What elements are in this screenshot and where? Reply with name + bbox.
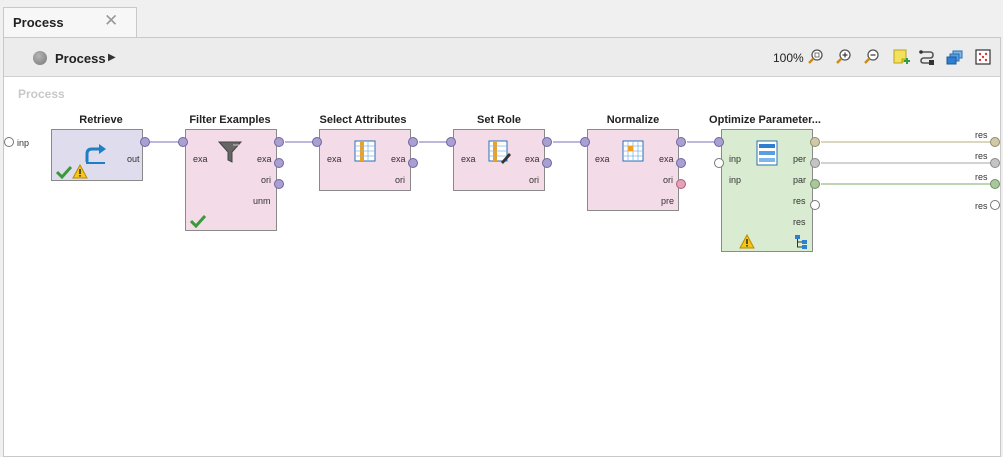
optimize-in1-port[interactable]	[714, 137, 724, 147]
zoom-out-icon[interactable]	[863, 48, 881, 66]
select-out1-label: exa	[391, 154, 406, 164]
normalize-in-label: exa	[595, 154, 610, 164]
breadcrumb-arrow-icon[interactable]: ▶	[108, 52, 116, 63]
result-label-2: res	[975, 151, 988, 161]
set-role-icon	[488, 140, 511, 164]
check-icon	[190, 214, 206, 228]
select-out2-port[interactable]	[408, 158, 418, 168]
result-port-1[interactable]	[990, 137, 1000, 147]
result-port-2[interactable]	[990, 158, 1000, 168]
zoom-level: 100%	[773, 51, 804, 65]
normalize-out1-label: exa	[659, 154, 674, 164]
zoom-in-icon[interactable]	[835, 48, 853, 66]
process-input-port[interactable]	[4, 137, 14, 147]
optimize-result-port[interactable]	[810, 200, 820, 210]
breadcrumb[interactable]: Process	[55, 51, 106, 66]
setrole-out1-port[interactable]	[542, 137, 552, 147]
set-role-operator[interactable]: exa exa ori	[453, 129, 545, 191]
warning-icon	[72, 164, 88, 179]
tab-process[interactable]: Process ✕	[3, 7, 137, 38]
result-port-3[interactable]	[990, 179, 1000, 189]
select-title: Select Attributes	[319, 114, 407, 126]
table-columns-icon	[354, 140, 376, 162]
select-in-label: exa	[327, 154, 342, 164]
select-attributes-operator[interactable]: exa exa ori	[319, 129, 411, 191]
normalize-in-port[interactable]	[580, 137, 590, 147]
layout-grid-icon[interactable]	[974, 48, 992, 66]
zoom-fit-icon[interactable]	[807, 48, 825, 66]
optimize-title: Optimize Parameter...	[709, 114, 821, 126]
result-label-1: res	[975, 130, 988, 140]
filter-out1-port[interactable]	[274, 137, 284, 147]
tab-label: Process	[13, 15, 64, 30]
setrole-out1-label: exa	[525, 154, 540, 164]
setrole-out2-port[interactable]	[542, 158, 552, 168]
setrole-out2-label: ori	[529, 175, 540, 185]
normalize-icon	[622, 140, 644, 162]
optimize-performance-port[interactable]	[810, 137, 820, 147]
check-icon	[56, 165, 72, 179]
filter-out2-label: ori	[261, 175, 272, 185]
optimize-parameters-operator[interactable]: inp inp per par res res	[721, 129, 813, 252]
filter-title: Filter Examples	[189, 114, 271, 126]
setrole-in-label: exa	[461, 154, 476, 164]
process-panel: Process ▶ 100% Process inp Retrieve out …	[3, 37, 1001, 457]
close-icon[interactable]: ✕	[104, 11, 118, 31]
filter-out1-label: exa	[257, 154, 272, 164]
optimize-in1-label: inp	[729, 154, 742, 164]
normalize-out1-port[interactable]	[676, 137, 686, 147]
arrange-operators-icon[interactable]	[946, 48, 964, 66]
filter-out2-port[interactable]	[274, 158, 284, 168]
subprocess-icon[interactable]	[794, 234, 808, 250]
optimize-out1-label: per	[793, 154, 807, 164]
process-input-label: inp	[17, 138, 30, 148]
optimize-out3-label: res	[793, 196, 806, 206]
warning-icon	[739, 234, 755, 249]
tab-bar: Process ✕	[0, 0, 1003, 38]
process-icon	[33, 51, 47, 65]
select-out2-label: ori	[395, 175, 406, 185]
retrieve-out-label: out	[127, 154, 140, 164]
process-canvas[interactable]: Process inp Retrieve out Filter Examples…	[4, 77, 1000, 457]
filter-out3-port[interactable]	[274, 179, 284, 189]
retrieve-title: Retrieve	[79, 114, 123, 126]
setrole-title: Set Role	[476, 114, 521, 126]
retrieve-operator[interactable]: out	[51, 129, 143, 181]
normalize-out3-port[interactable]	[676, 179, 686, 189]
add-note-icon[interactable]	[892, 48, 910, 66]
filter-in-label: exa	[193, 154, 208, 164]
process-toolbar: Process ▶ 100%	[4, 38, 1000, 77]
optimize-out4-label: res	[793, 217, 806, 227]
normalize-out2-port[interactable]	[676, 158, 686, 168]
select-in-port[interactable]	[312, 137, 322, 147]
filter-in-port[interactable]	[178, 137, 188, 147]
auto-wire-icon[interactable]	[918, 48, 936, 66]
normalize-title: Normalize	[606, 114, 660, 126]
retrieve-out-port[interactable]	[140, 137, 150, 147]
select-out1-port[interactable]	[408, 137, 418, 147]
result-port-4[interactable]	[990, 200, 1000, 210]
result-label-3: res	[975, 172, 988, 182]
optimize-parameter-port[interactable]	[810, 158, 820, 168]
setrole-in-port[interactable]	[446, 137, 456, 147]
optimize-model-port[interactable]	[810, 179, 820, 189]
optimize-in2-port[interactable]	[714, 158, 724, 168]
result-label-4: res	[975, 201, 988, 211]
normalize-out2-label: ori	[663, 175, 674, 185]
optimize-out2-label: par	[793, 175, 807, 185]
optimize-icon	[756, 140, 778, 166]
normalize-operator[interactable]: exa exa ori pre	[587, 129, 679, 211]
filter-out3-label: unm	[253, 196, 271, 206]
retrieve-icon	[85, 144, 106, 164]
filter-examples-operator[interactable]: exa exa ori unm	[185, 129, 277, 231]
normalize-out3-label: pre	[661, 196, 675, 206]
optimize-in2-label: inp	[729, 175, 742, 185]
filter-funnel-icon	[217, 141, 243, 163]
